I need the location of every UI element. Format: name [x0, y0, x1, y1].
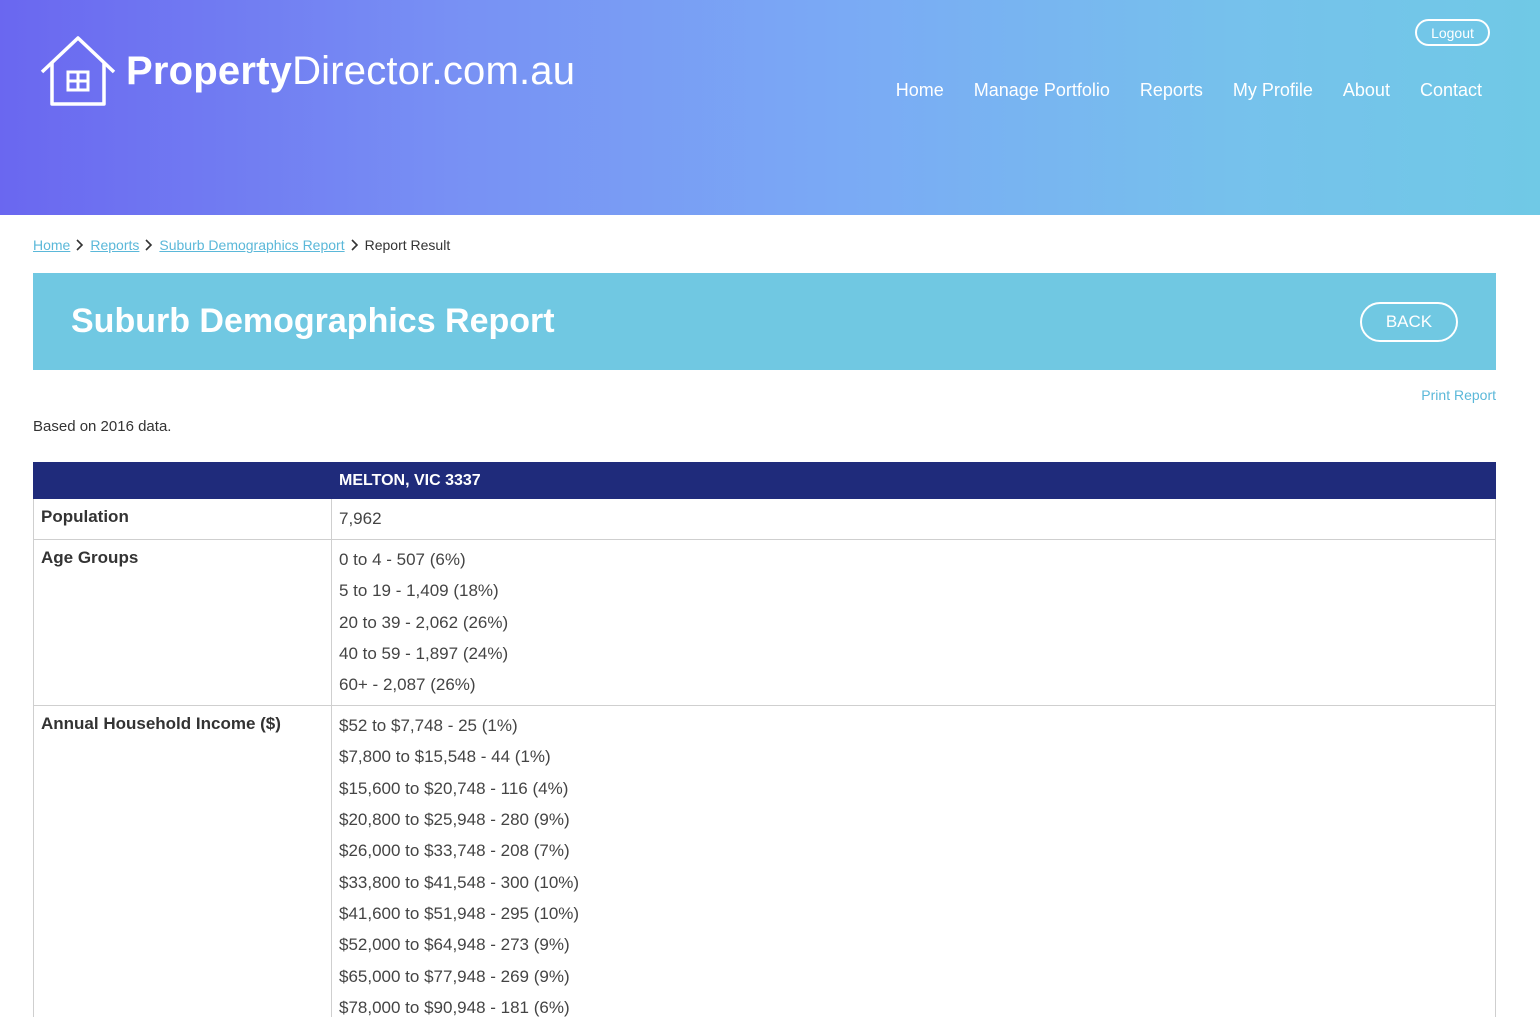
brand-name-rest: Director.com.au: [292, 48, 576, 93]
value-line: $52,000 to $64,948 - 273 (9%): [339, 935, 570, 955]
nav-my-profile[interactable]: My Profile: [1233, 80, 1313, 101]
value-line: $26,000 to $33,748 - 208 (7%): [339, 841, 570, 861]
row-label-age-groups: Age Groups: [33, 538, 332, 707]
breadcrumb-current: Report Result: [364, 237, 451, 253]
brand-name: PropertyDirector.com.au: [126, 49, 575, 94]
value-line: 60+ - 2,087 (26%): [339, 675, 476, 695]
chevron-right-icon: [345, 236, 365, 254]
site-header: PropertyDirector.com.au Logout Home Mana…: [0, 0, 1540, 215]
value-line: $20,800 to $25,948 - 280 (9%): [339, 810, 570, 830]
main-nav: Home Manage Portfolio Reports My Profile…: [896, 80, 1482, 101]
nav-home[interactable]: Home: [896, 80, 944, 101]
value-line: $52 to $7,748 - 25 (1%): [339, 716, 518, 736]
print-report-link[interactable]: Print Report: [1421, 387, 1496, 403]
value-line: $78,000 to $90,948 - 181 (6%): [339, 997, 570, 1017]
row-label-population: Population: [33, 498, 332, 540]
value-line: 7,962: [339, 509, 382, 528]
nav-about[interactable]: About: [1343, 80, 1390, 101]
nav-contact[interactable]: Contact: [1420, 80, 1482, 101]
page-title: Suburb Demographics Report: [71, 302, 555, 340]
site-logo[interactable]: PropertyDirector.com.au: [38, 34, 575, 108]
brand-name-bold: Property: [126, 48, 293, 93]
table-row: Age Groups 0 to 4 - 507 (6%) 5 to 19 - 1…: [33, 538, 1496, 707]
data-note: Based on 2016 data.: [33, 418, 172, 435]
nav-manage-portfolio[interactable]: Manage Portfolio: [974, 80, 1110, 101]
value-line: $65,000 to $77,948 - 269 (9%): [339, 966, 570, 986]
table-header-empty: [33, 462, 332, 499]
value-line: 20 to 39 - 2,062 (26%): [339, 612, 509, 632]
breadcrumb: Home Reports Suburb Demographics Report …: [33, 236, 450, 254]
nav-reports[interactable]: Reports: [1140, 80, 1203, 101]
back-button[interactable]: BACK: [1360, 301, 1458, 342]
chevron-right-icon: [70, 236, 90, 254]
value-line: $7,800 to $15,548 - 44 (1%): [339, 747, 551, 767]
row-values-household-income: $52 to $7,748 - 25 (1%) $7,800 to $15,54…: [331, 705, 1496, 1017]
row-values-population: 7,962: [331, 498, 1496, 540]
value-line: $41,600 to $51,948 - 295 (10%): [339, 903, 580, 923]
logout-button[interactable]: Logout: [1415, 19, 1490, 46]
value-line: $15,600 to $20,748 - 116 (4%): [339, 778, 569, 798]
chevron-right-icon: [139, 236, 159, 254]
row-label-household-income: Annual Household Income ($): [33, 705, 332, 1017]
value-line: 5 to 19 - 1,409 (18%): [339, 581, 499, 601]
value-line: 40 to 59 - 1,897 (24%): [339, 643, 509, 663]
house-icon: [40, 36, 116, 106]
breadcrumb-suburb-demographics[interactable]: Suburb Demographics Report: [159, 237, 344, 253]
row-values-age-groups: 0 to 4 - 507 (6%) 5 to 19 - 1,409 (18%) …: [331, 538, 1496, 707]
table-header-suburb: MELTON, VIC 3337: [331, 462, 1496, 499]
table-row: Annual Household Income ($) $52 to $7,74…: [33, 705, 1496, 1017]
value-line: $33,800 to $41,548 - 300 (10%): [339, 872, 580, 892]
demographics-table: MELTON, VIC 3337 Population 7,962 Age Gr…: [33, 462, 1496, 1017]
value-line: 0 to 4 - 507 (6%): [339, 550, 466, 569]
page-banner: Suburb Demographics Report BACK: [33, 273, 1496, 370]
breadcrumb-home[interactable]: Home: [33, 237, 70, 253]
breadcrumb-reports[interactable]: Reports: [90, 237, 139, 253]
table-row: Population 7,962: [33, 498, 1496, 540]
table-header-row: MELTON, VIC 3337: [33, 462, 1496, 499]
